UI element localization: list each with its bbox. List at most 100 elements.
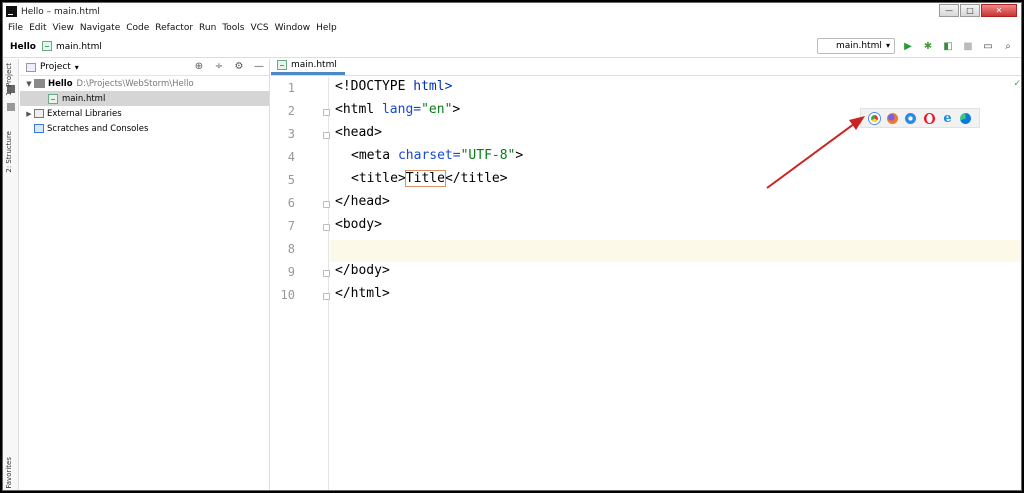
code-line-10[interactable]: </html> [335, 286, 390, 301]
code-token-highlighted: Title [404, 170, 446, 187]
menu-file[interactable]: File [6, 23, 27, 33]
html-file-icon [277, 60, 287, 70]
code-line-9[interactable]: </body> [335, 263, 390, 278]
opera-icon[interactable] [923, 112, 935, 124]
menu-window[interactable]: Window [273, 23, 315, 33]
menu-code[interactable]: Code [124, 23, 153, 33]
coverage-icon[interactable]: ◧ [941, 39, 955, 53]
menu-run[interactable]: Run [197, 23, 220, 33]
project-view-title[interactable]: Project [40, 62, 71, 72]
code-line-1[interactable]: <!DOCTYPE html> [335, 79, 452, 94]
code-token: <!DOCTYPE [335, 79, 406, 94]
firefox-icon[interactable] [886, 112, 898, 124]
code-token: <html [335, 102, 375, 117]
tree-item-main-html[interactable]: main.html [20, 91, 269, 106]
breadcrumb-file[interactable]: main.html [56, 42, 102, 52]
safari-icon[interactable] [905, 112, 917, 124]
structure-tool-tab[interactable]: 2: Structure [5, 131, 13, 173]
project-view-icon [26, 62, 36, 72]
menu-tools[interactable]: Tools [220, 23, 248, 33]
fold-marker-icon[interactable] [323, 270, 330, 277]
code-line-4[interactable]: <meta charset="UTF-8"> [351, 148, 523, 163]
menu-view[interactable]: View [51, 23, 78, 33]
code-token: </head> [335, 194, 390, 209]
tree-file-name: main.html [62, 93, 106, 104]
line-number: 10 [280, 288, 295, 302]
code-token: html> [405, 79, 453, 94]
root-path: D:\Projects\WebStorm\Hello [76, 78, 194, 89]
menu-help[interactable]: Help [314, 23, 341, 33]
debug-icon[interactable]: ✱ [921, 39, 935, 53]
open-in-browser-bar: e [860, 108, 980, 128]
gear-icon[interactable]: ⚙ [233, 61, 245, 72]
menu-edit[interactable]: Edit [27, 23, 50, 33]
line-number: 1 [287, 81, 295, 95]
code-token: charset= [390, 148, 461, 163]
code-line-6[interactable]: </head> [335, 194, 390, 209]
scratches-icon [34, 124, 44, 133]
chevron-down-icon[interactable]: ▾ [75, 63, 79, 72]
tree-item-external-libraries[interactable]: ▶ External Libraries [20, 106, 269, 121]
line-number: 2 [287, 104, 295, 118]
edge-icon[interactable] [960, 112, 972, 124]
code-line-2[interactable]: <html lang="en"> [335, 102, 460, 117]
terminal-icon[interactable]: ▭ [981, 39, 995, 53]
title-bar: Hello – main.html — □ ✕ [3, 3, 1021, 20]
run-icon[interactable]: ▶ [901, 39, 915, 53]
current-line-highlight [330, 240, 1021, 262]
search-icon[interactable]: ⌕ [1001, 39, 1015, 53]
navigation-bar: Hello main.html main.html ▾ ▶ ✱ ◧ ■ ▭ ⌕ [3, 36, 1021, 58]
project-tool-tab[interactable]: 1: Project [5, 63, 13, 96]
line-number: 7 [287, 219, 295, 233]
collapse-all-icon[interactable]: ÷ [213, 61, 225, 72]
tree-item-root[interactable]: ▼ Hello D:\Projects\WebStorm\Hello [20, 76, 269, 91]
close-button[interactable]: ✕ [981, 4, 1017, 17]
html-file-icon [48, 93, 58, 104]
run-config-label: main.html [836, 41, 882, 51]
breadcrumb-project[interactable]: Hello [10, 42, 36, 52]
expand-arrow-icon[interactable]: ▶ [24, 110, 34, 118]
locate-icon[interactable]: ⊕ [193, 61, 205, 72]
tree-scratches-label: Scratches and Consoles [47, 123, 149, 134]
menu-refactor[interactable]: Refactor [153, 23, 197, 33]
editor-tab-main-html[interactable]: main.html [271, 58, 345, 75]
run-config-dropdown[interactable]: main.html ▾ [817, 38, 895, 54]
menu-bar: File Edit View Navigate Code Refactor Ru… [3, 20, 1021, 36]
run-toolbar: main.html ▾ ▶ ✱ ◧ ■ ▭ ⌕ [817, 38, 1015, 54]
line-number: 4 [287, 150, 295, 164]
fold-marker-icon[interactable] [323, 201, 330, 208]
fold-marker-icon[interactable] [323, 132, 330, 139]
line-number: 5 [287, 173, 295, 187]
favorites-tool-tab[interactable]: Favorites [5, 457, 13, 489]
minimize-button[interactable]: — [939, 4, 959, 17]
chevron-down-icon: ▾ [885, 41, 890, 50]
menu-vcs[interactable]: VCS [248, 23, 272, 33]
menu-navigate[interactable]: Navigate [78, 23, 124, 33]
code-line-5[interactable]: <title>Title</title> [351, 170, 508, 187]
fold-marker-icon[interactable] [323, 109, 330, 116]
code-token: <title> [351, 171, 406, 186]
maximize-button[interactable]: □ [960, 4, 980, 17]
project-panel-header: Project ▾ ⊕ ÷ ⚙ — [20, 59, 269, 76]
code-token: <body> [335, 217, 382, 232]
editor-tab-label: main.html [291, 60, 337, 70]
chrome-icon[interactable] [868, 112, 880, 124]
fold-marker-icon[interactable] [323, 293, 330, 300]
hide-icon[interactable]: — [253, 61, 265, 72]
tree-item-scratches[interactable]: Scratches and Consoles [20, 121, 269, 136]
code-line-3[interactable]: <head> [335, 125, 382, 140]
code-line-7[interactable]: <body> [335, 217, 382, 232]
project-panel: Project ▾ ⊕ ÷ ⚙ — ▼ Hello D:\Projects\We… [20, 59, 270, 490]
window-title: Hello – main.html [21, 6, 100, 17]
root-name: Hello [48, 78, 73, 89]
inspection-ok-icon[interactable]: ✓ [1013, 79, 1021, 89]
code-token: > [452, 102, 461, 117]
fold-marker-icon[interactable] [323, 224, 330, 231]
editor-area: main.html ✓ 1 2 3 4 5 6 7 8 9 10 <!DOCTY… [271, 58, 1021, 490]
tree-libs-label: External Libraries [47, 108, 122, 119]
structure-tool-icon[interactable] [7, 103, 15, 111]
stop-icon[interactable]: ■ [961, 39, 975, 53]
expand-arrow-icon[interactable]: ▼ [24, 80, 34, 88]
webstorm-icon [6, 6, 17, 17]
ie-icon[interactable]: e [942, 112, 953, 125]
